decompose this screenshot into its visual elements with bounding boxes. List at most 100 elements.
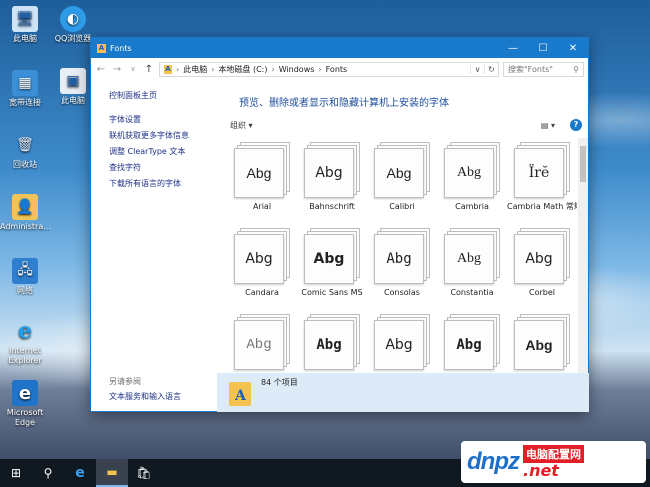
desktop-icon-label: 此电脑 [13, 34, 37, 43]
breadcrumb-fonts[interactable]: Fonts [326, 65, 348, 74]
internet-explorer-icon: e [18, 318, 32, 344]
desktop-icon-admin[interactable]: 👤 Administra... [0, 194, 50, 232]
breadcrumb-windows[interactable]: Windows [279, 65, 315, 74]
desktop-icon-edge[interactable]: e Microsoft Edge [0, 380, 50, 428]
font-sample: Abg [456, 165, 482, 180]
font-file-icon: Abg [374, 228, 430, 284]
sidebar-text-services[interactable]: 文本服务和输入语言 [109, 391, 181, 402]
search-input[interactable]: 搜索"Fonts" ⚲ [503, 61, 584, 77]
user-folder-icon: 👤 [12, 194, 38, 220]
up-icon[interactable]: ↑ [143, 64, 155, 75]
page-title: 预览、删除或者显示和隐藏计算机上安装的字体 [239, 98, 449, 109]
desktop-icon-ie[interactable]: e Internet Explorer [0, 318, 50, 366]
item-count: 84 个项目 [261, 378, 298, 387]
chevron-right-icon: › [318, 64, 322, 74]
font-sample: Abg [246, 165, 272, 181]
sidebar-adjust-cleartype[interactable]: 调整 ClearType 文本 [109, 144, 219, 160]
font-file-icon: Abg [444, 228, 500, 284]
font-tile[interactable]: Abg Comic Sans MS [297, 224, 367, 310]
font-file-icon: Abg [304, 314, 360, 370]
font-tile[interactable]: AbgEbrima [367, 310, 437, 373]
desktop-icon-recycle-bin[interactable]: 🗑 回收站 [0, 132, 50, 170]
desktop-icon-network[interactable]: 🖧 网络 [0, 258, 50, 296]
font-sample: Ïrĕ [528, 165, 550, 181]
font-grid: Abg Arial Abg Bahnschrift Abg Calibri Abg Cambr… [227, 138, 577, 373]
font-tile[interactable]: Abg Corbel [507, 224, 577, 310]
desktop-icon-broadband[interactable]: ▦ 宽带连接 [0, 70, 50, 108]
sidebar-get-font-info-online[interactable]: 联机获取更多字体信息 [109, 128, 219, 144]
sidebar-control-panel-home[interactable]: 控制面板主页 [109, 88, 219, 104]
font-file-icon: Abg [444, 314, 500, 370]
back-icon[interactable]: ← [95, 64, 107, 75]
scrollbar-thumb[interactable] [580, 146, 586, 182]
font-tile[interactable]: AbgCourier New [227, 310, 297, 373]
address-dropdown-icon[interactable]: ∨ [470, 64, 484, 74]
chevron-right-icon: › [176, 64, 180, 74]
sidebar-font-settings[interactable]: 字体设置 [109, 112, 219, 128]
font-sample: Abg [386, 251, 412, 267]
edge-icon: e [12, 380, 38, 406]
desktop-icon-label: Administra... [0, 222, 50, 231]
font-name: Comic Sans MS [301, 288, 363, 297]
edge-taskbar-icon[interactable]: e [64, 459, 96, 487]
font-tile[interactable]: AbgFixedsys 常规 [437, 310, 507, 373]
desktop-icon-label: Internet Explorer [8, 346, 42, 365]
font-name: Cambria Math 常规 [507, 202, 577, 211]
help-icon[interactable]: ? [570, 119, 582, 131]
font-tile[interactable]: Abg Cambria [437, 138, 507, 224]
font-sample: Abg [245, 251, 273, 267]
font-tile[interactable]: Abg Arial [227, 138, 297, 224]
fonts-location-icon: A [164, 64, 172, 74]
qq-browser-icon: ◐ [60, 6, 86, 32]
font-name: Constantia [450, 288, 494, 297]
font-file-icon: Abg [304, 142, 360, 198]
breadcrumb-this-pc[interactable]: 此电脑 [183, 64, 207, 75]
font-tile[interactable]: Abg Candara [227, 224, 297, 310]
view-options-button[interactable]: ▤ ▾ [541, 121, 555, 130]
font-tile[interactable]: AbgFranklin Gothic [507, 310, 577, 373]
title-bar[interactable]: A Fonts — ☐ ✕ [91, 38, 588, 58]
minimize-button[interactable]: — [498, 38, 528, 58]
sidebar: 控制面板主页 字体设置 联机获取更多字体信息 调整 ClearType 文本 查… [109, 88, 219, 192]
file-explorer-taskbar-icon[interactable]: ▬ [96, 459, 128, 487]
close-button[interactable]: ✕ [558, 38, 588, 58]
forward-icon[interactable]: → [111, 64, 123, 75]
font-file-icon: Abg [234, 314, 290, 370]
font-name: Candara [245, 288, 279, 297]
font-tile[interactable]: Abg Constantia [437, 224, 507, 310]
store-taskbar-icon[interactable]: 🛍 [128, 459, 160, 487]
desktop-icon-this-pc[interactable]: 🖥 此电脑 [0, 6, 50, 44]
breadcrumb-local-disk[interactable]: 本地磁盘 (C:) [218, 64, 267, 75]
watermark-main: dnpz [467, 448, 520, 475]
address-bar[interactable]: A › 此电脑 › 本地磁盘 (C:) › Windows › Fonts ∨ … [159, 61, 499, 77]
address-row: ← → ∨ ↑ A › 此电脑 › 本地磁盘 (C:) › Windows › … [91, 58, 588, 80]
fonts-folder-large-icon: A [229, 378, 255, 408]
details-pane: A 84 个项目 [217, 373, 589, 412]
desktop-icon-label: 回收站 [13, 160, 37, 169]
desktop-icon-label: 网络 [17, 286, 33, 295]
font-name: Arial [252, 202, 272, 211]
font-name: Bahnschrift [309, 202, 355, 211]
font-tile[interactable]: Abg Calibri [367, 138, 437, 224]
window-title: Fonts [110, 43, 132, 53]
watermark-net: .net [522, 461, 559, 480]
maximize-button[interactable]: ☐ [528, 38, 558, 58]
organize-button[interactable]: 组织 ▾ [230, 120, 253, 131]
toolbar: 组织 ▾ ▤ ▾ ? [227, 116, 585, 134]
font-sample: Abg [316, 337, 342, 353]
refresh-icon[interactable]: ↻ [484, 64, 498, 74]
font-sample: Abg [315, 165, 343, 181]
chevron-down-icon[interactable]: ∨ [127, 65, 139, 73]
font-tile[interactable]: Ïrĕ Cambria Math 常规 [507, 138, 577, 224]
font-sample: Abg [525, 337, 553, 353]
computer-icon: 🖥 [12, 6, 38, 32]
vertical-scrollbar[interactable] [578, 138, 588, 373]
font-tile[interactable]: Abg Bahnschrift [297, 138, 367, 224]
start-button[interactable]: ⊞ [0, 459, 32, 487]
font-tile[interactable]: Abg Consolas [367, 224, 437, 310]
font-tile[interactable]: AbgCourier 常规 [297, 310, 367, 373]
search-icon[interactable]: ⚲ [32, 459, 64, 487]
sidebar-find-character[interactable]: 查找字符 [109, 160, 219, 176]
sidebar-download-fonts[interactable]: 下载所有语言的字体 [109, 176, 219, 192]
fonts-folder-icon: A [97, 43, 106, 53]
